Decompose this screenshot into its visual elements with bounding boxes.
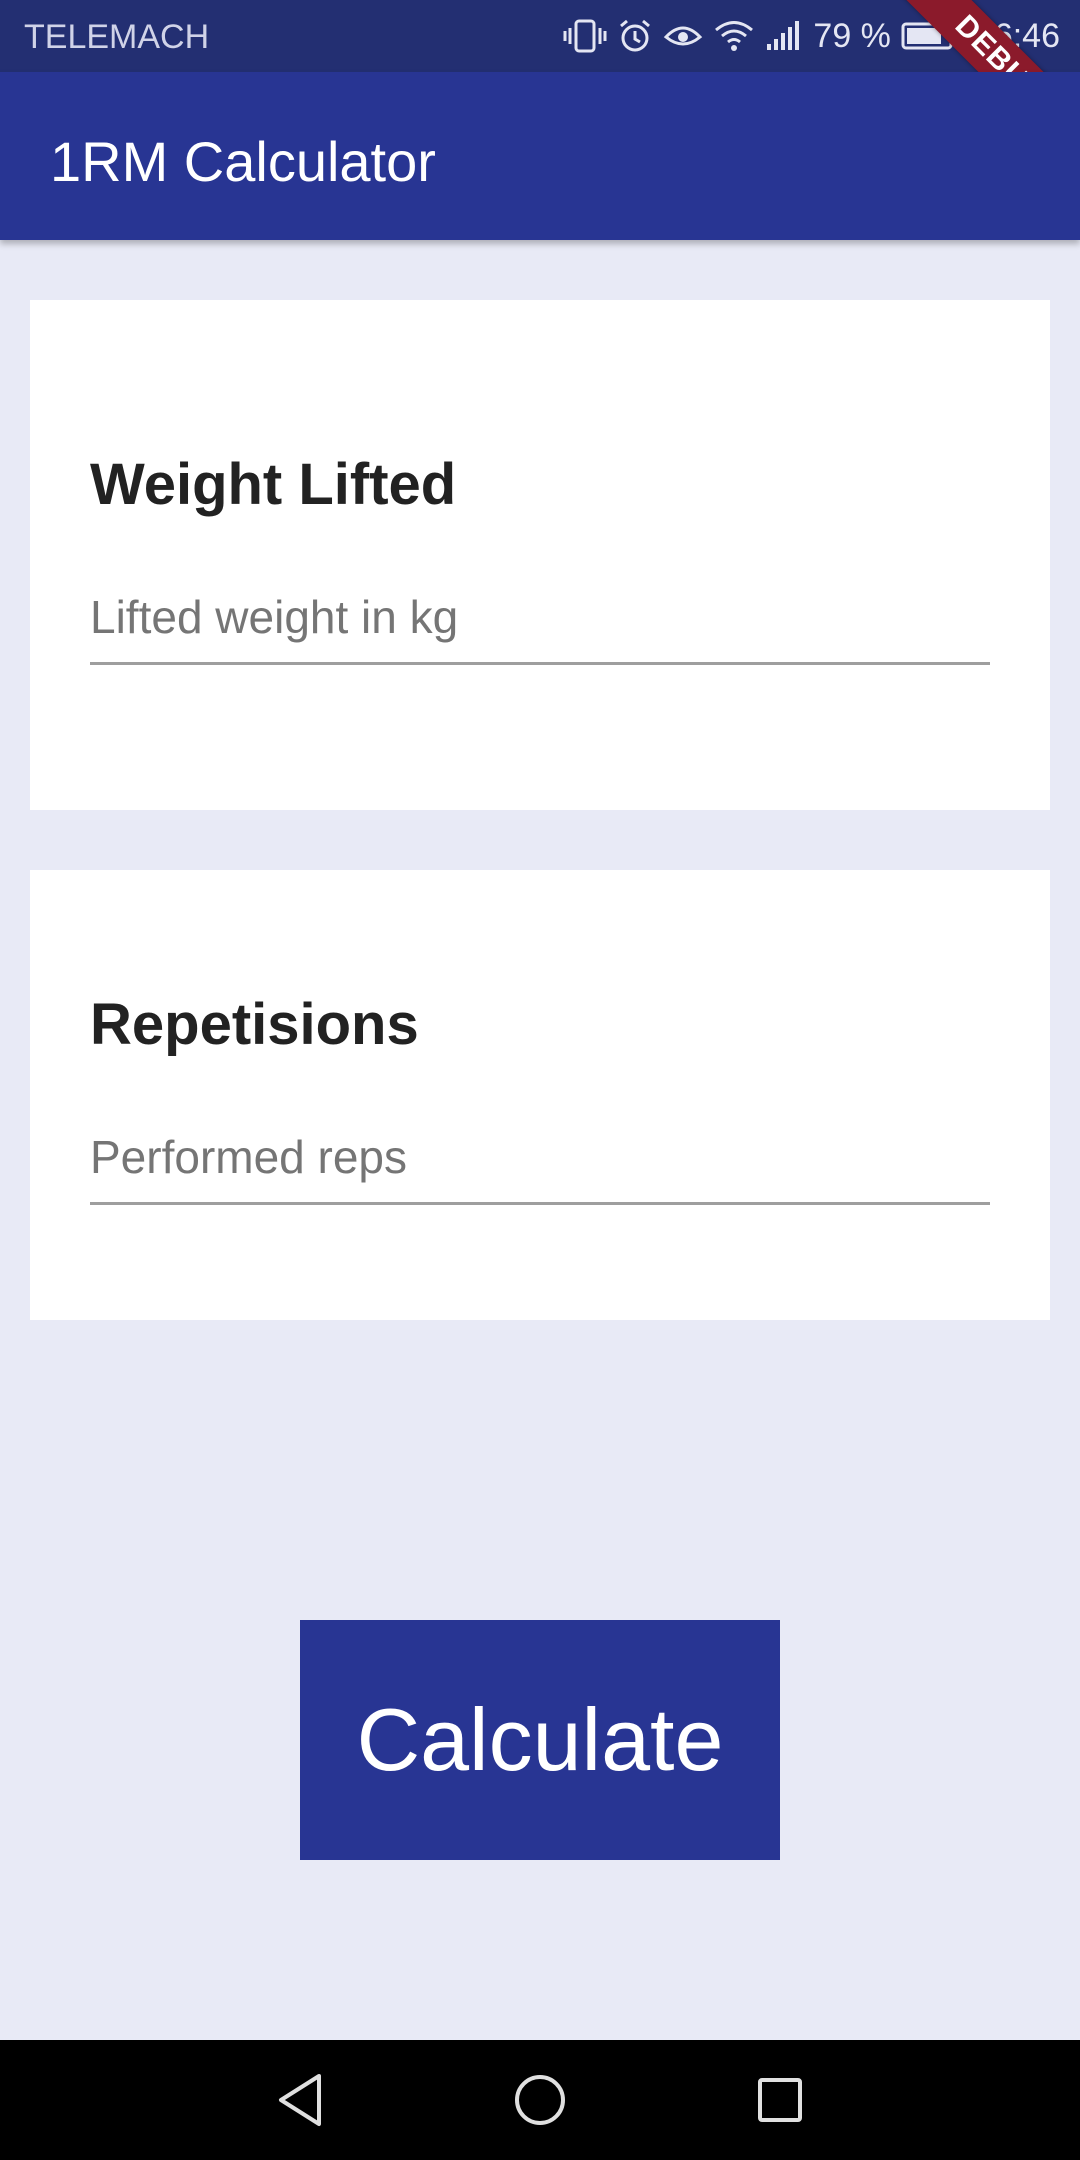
carrier-name: TELEMACH bbox=[24, 18, 210, 56]
reps-input[interactable] bbox=[90, 1112, 990, 1205]
back-icon[interactable] bbox=[264, 2064, 336, 2136]
calculate-button[interactable]: Calculate bbox=[300, 1620, 780, 1860]
battery-percent: 79 % bbox=[813, 16, 891, 55]
status-bar: TELEMACH 79 % 16:46 DEBUG bbox=[0, 0, 1080, 72]
reps-card: Repetisions bbox=[30, 870, 1050, 1320]
weight-card: Weight Lifted bbox=[30, 300, 1050, 810]
recents-icon[interactable] bbox=[744, 2064, 816, 2136]
app-title: 1RM Calculator bbox=[50, 130, 436, 193]
wifi-icon bbox=[713, 19, 755, 53]
vibrate-icon bbox=[563, 19, 607, 53]
app-bar: 1RM Calculator bbox=[0, 72, 1080, 240]
alarm-icon bbox=[617, 18, 653, 54]
signal-icon bbox=[765, 20, 801, 52]
eye-comfort-icon bbox=[663, 21, 703, 51]
weight-input[interactable] bbox=[90, 572, 990, 665]
navigation-bar bbox=[0, 2040, 1080, 2160]
reps-label: Repetisions bbox=[90, 992, 419, 1057]
weight-label: Weight Lifted bbox=[90, 452, 457, 517]
home-icon[interactable] bbox=[504, 2064, 576, 2136]
